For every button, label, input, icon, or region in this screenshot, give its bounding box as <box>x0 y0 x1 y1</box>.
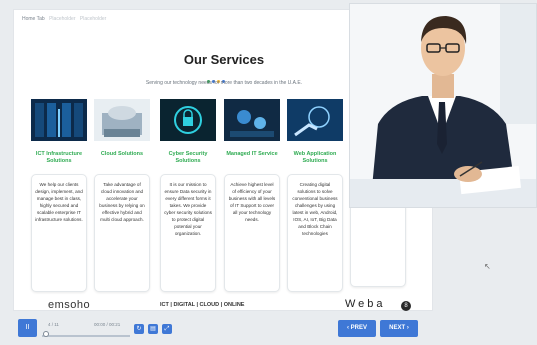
cloud-tech-image <box>94 99 150 141</box>
footer-tagline: ICT | DIGITAL | CLOUD | ONLINE <box>160 302 245 308</box>
presenter-image <box>350 4 536 207</box>
footer-brand-left: emsoho <box>48 299 91 311</box>
breadcrumb-item[interactable]: Placeholder <box>49 16 75 22</box>
service-name: ICT Infrastructure Solutions <box>35 151 83 164</box>
presenter-video <box>349 3 537 208</box>
service-card-ict: ICT Infrastructure Solutions We help our… <box>31 99 87 292</box>
service-description: Achieve highest level of efficiency of y… <box>224 174 280 292</box>
timeline-bar[interactable] <box>42 335 130 337</box>
security-image <box>160 99 216 141</box>
footer-badge: 8 <box>401 301 411 311</box>
service-card-web-app: Web Application Solutions Creating digit… <box>287 99 343 292</box>
replay-icon[interactable]: ↻ <box>134 324 144 334</box>
service-card-managed-it: Managed IT Service Achieve highest level… <box>224 99 280 292</box>
service-description: We help our clients design, implement, a… <box>31 174 87 292</box>
slide-counter: 4 / 11 <box>48 322 59 327</box>
it-service-image <box>224 99 280 141</box>
web-app-image <box>287 99 343 141</box>
breadcrumb-home[interactable]: Home Tab <box>22 16 45 22</box>
service-description: Creating digital solutions to solve conv… <box>287 174 343 292</box>
service-card-security: Cyber Security Solutions It is our missi… <box>160 99 216 292</box>
pause-button[interactable]: II <box>18 319 37 337</box>
server-room-image <box>31 99 87 141</box>
service-description: It is our mission to ensure Data securit… <box>160 174 216 292</box>
expand-icon[interactable]: ⤢ <box>162 324 172 334</box>
title-dots <box>207 70 227 83</box>
captions-icon[interactable]: ▤ <box>148 324 158 334</box>
service-name: Cyber Security Solutions <box>168 151 208 164</box>
time-readout: 00:00 / 00:21 <box>94 322 121 327</box>
breadcrumb: Home Tab Placeholder Placeholder <box>22 16 109 22</box>
service-name: Web Application Solutions <box>293 151 337 164</box>
mouse-cursor-icon: ↖ <box>484 262 491 271</box>
footer-brand-right: Weba <box>345 298 386 310</box>
next-button[interactable]: NEXT › <box>380 320 418 337</box>
service-name: Managed IT Service <box>226 151 278 157</box>
service-description: Take advantage of cloud innovation and a… <box>94 174 150 292</box>
service-card-cloud: Cloud Solutions Take advantage of cloud … <box>94 99 150 292</box>
breadcrumb-item[interactable]: Placeholder <box>80 16 106 22</box>
prev-button[interactable]: ‹ PREV <box>338 320 376 337</box>
player-controls: II 4 / 11 00:00 / 00:21 ↻ ▤ ⤢ ‹ PREV NEX… <box>0 316 537 345</box>
player-stage: Home Tab Placeholder Placeholder Our Ser… <box>0 0 537 345</box>
service-name: Cloud Solutions <box>100 151 144 157</box>
